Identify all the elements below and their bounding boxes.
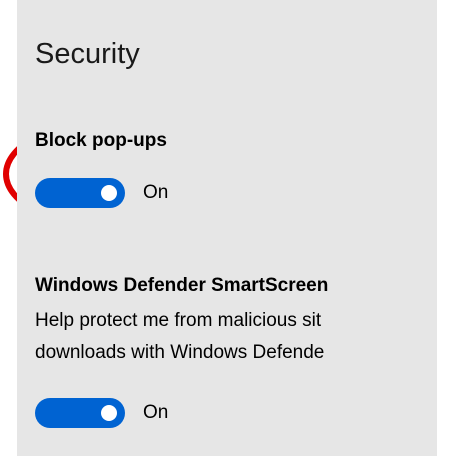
section-title: Security xyxy=(35,38,140,70)
toggle-knob xyxy=(101,405,117,421)
block-popups-toggle[interactable] xyxy=(35,178,125,208)
smartscreen-heading: Windows Defender SmartScreen xyxy=(35,275,329,296)
security-settings-panel: Security Block pop-ups On Windows Defend… xyxy=(17,0,437,456)
smartscreen-description-line2: downloads with Windows Defende xyxy=(35,342,325,363)
block-popups-toggle-row: On xyxy=(35,178,168,208)
smartscreen-toggle-state: On xyxy=(143,402,169,423)
block-popups-heading: Block pop-ups xyxy=(35,130,167,151)
block-popups-toggle-state: On xyxy=(143,182,169,203)
smartscreen-toggle-row: On xyxy=(35,398,168,428)
smartscreen-toggle[interactable] xyxy=(35,398,125,428)
toggle-knob xyxy=(101,185,117,201)
smartscreen-description-line1: Help protect me from malicious sit xyxy=(35,310,322,331)
